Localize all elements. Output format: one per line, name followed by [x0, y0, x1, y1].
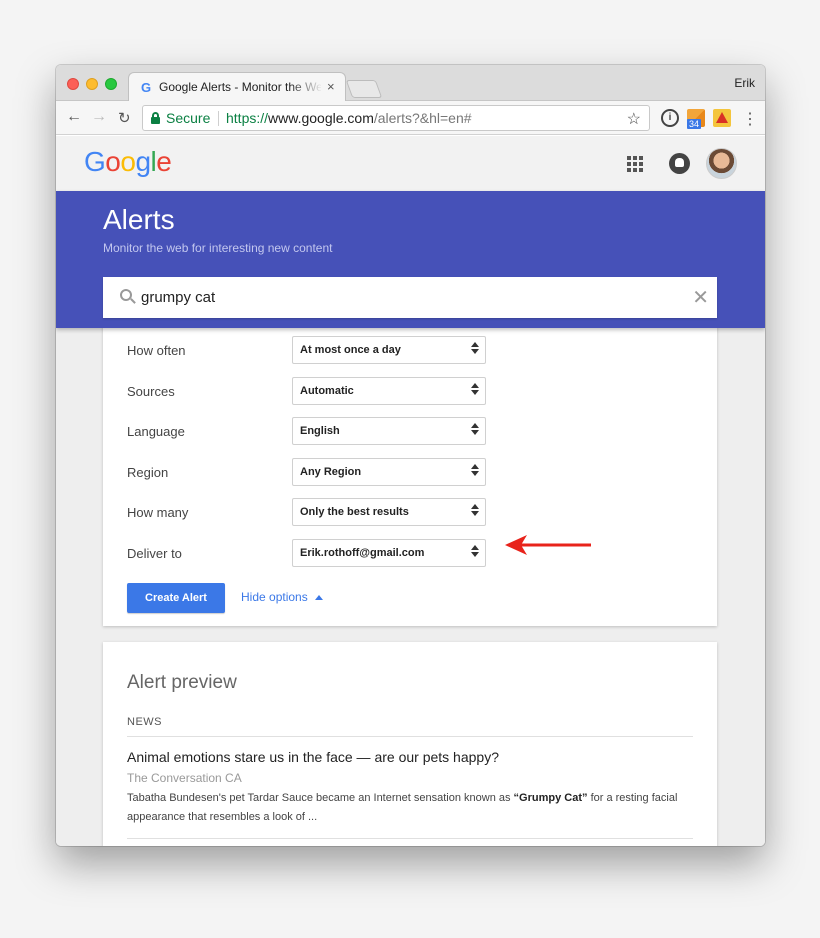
- tab-close-icon[interactable]: ×: [327, 79, 335, 94]
- preview-section-label: NEWS: [127, 716, 162, 728]
- page-title: Alerts: [103, 204, 175, 235]
- google-favicon-icon: G: [141, 80, 152, 95]
- browser-window: G Google Alerts - Monitor the Web × Erik…: [56, 65, 765, 846]
- option-row-language: Language English: [103, 417, 717, 445]
- alert-preview-card: Alert preview NEWS Animal emotions stare…: [103, 642, 717, 846]
- page-content: Google Alerts Monitor the web for intere…: [56, 136, 765, 846]
- preview-title: Alert preview: [127, 672, 237, 693]
- browser-tab-google-alerts[interactable]: G Google Alerts - Monitor the Web ×: [128, 72, 346, 102]
- extension-info-icon[interactable]: i: [661, 109, 679, 127]
- option-row-sources: Sources Automatic: [103, 377, 717, 405]
- logo-letter: g: [135, 146, 151, 177]
- article-title-link[interactable]: Animal emotions stare us in the face — a…: [127, 749, 499, 765]
- extension-badge: 34: [687, 119, 702, 129]
- google-header: Google: [56, 136, 765, 191]
- article-snippet: Tabatha Bundesen's pet Tardar Sauce beca…: [127, 792, 678, 823]
- notifications-bell-icon[interactable]: [669, 153, 690, 174]
- lock-icon: [151, 112, 160, 124]
- forward-arrow-icon[interactable]: →: [91, 108, 107, 126]
- new-tab-button[interactable]: [345, 80, 383, 98]
- browser-menu-icon[interactable]: ⋮: [742, 109, 758, 129]
- close-window-button[interactable]: [67, 78, 79, 90]
- option-row-deliver-to: Deliver to Erik.rothoff@gmail.com: [103, 539, 717, 567]
- option-label: Deliver to: [127, 546, 182, 561]
- select-arrows-icon: [471, 545, 479, 557]
- secure-label: Secure: [166, 110, 211, 126]
- region-select[interactable]: Any Region: [292, 458, 486, 486]
- option-label: Language: [127, 424, 185, 439]
- option-row-region: Region Any Region: [103, 458, 717, 486]
- hide-options-link[interactable]: Hide options: [241, 590, 323, 604]
- reload-icon[interactable]: ↻: [118, 109, 131, 127]
- search-icon: [120, 289, 132, 301]
- logo-letter: e: [156, 146, 172, 177]
- url-text: https://www.google.com/alerts?&hl=en#: [226, 110, 472, 126]
- maximize-window-button[interactable]: [105, 78, 117, 90]
- alert-options-card: How often At most once a day Sources Aut…: [103, 320, 717, 626]
- how-many-select[interactable]: Only the best results: [292, 498, 486, 526]
- arrow-left-icon: [505, 535, 591, 555]
- avatar[interactable]: [706, 148, 737, 179]
- create-alert-button[interactable]: Create Alert: [127, 583, 225, 613]
- article-source: The Conversation CA: [127, 771, 242, 785]
- sources-select[interactable]: Automatic: [292, 377, 486, 405]
- warning-extension-icon[interactable]: [713, 109, 731, 127]
- profile-name[interactable]: Erik: [734, 76, 755, 90]
- divider: [127, 736, 693, 737]
- apps-grid-icon[interactable]: [627, 156, 643, 172]
- language-select[interactable]: English: [292, 417, 486, 445]
- how-often-select[interactable]: At most once a day: [292, 336, 486, 364]
- alerts-banner: Alerts Monitor the web for interesting n…: [56, 191, 765, 328]
- alert-search-input[interactable]: grumpy cat ✕: [103, 277, 717, 318]
- page-subtitle: Monitor the web for interesting new cont…: [103, 241, 333, 255]
- option-label: How often: [127, 343, 186, 358]
- bookmark-star-icon[interactable]: ☆: [627, 109, 641, 129]
- browser-toolbar: ← → ↻ Secure https://www.google.com/aler…: [56, 101, 765, 135]
- select-arrows-icon: [471, 464, 479, 476]
- google-logo[interactable]: Google: [84, 146, 172, 178]
- address-bar[interactable]: Secure https://www.google.com/alerts?&hl…: [142, 105, 650, 131]
- select-arrows-icon: [471, 504, 479, 516]
- deliver-to-select[interactable]: Erik.rothoff@gmail.com: [292, 539, 486, 567]
- option-label: Region: [127, 465, 169, 480]
- select-arrows-icon: [471, 423, 479, 435]
- option-label: How many: [127, 505, 189, 520]
- tab-strip: G Google Alerts - Monitor the Web × Erik: [56, 65, 765, 102]
- search-query[interactable]: grumpy cat: [141, 289, 215, 306]
- select-arrows-icon: [471, 342, 479, 354]
- option-row-how-often: How often At most once a day: [103, 336, 717, 364]
- divider: [127, 838, 693, 839]
- logo-letter: o: [105, 146, 121, 177]
- option-row-how-many: How many Only the best results: [103, 498, 717, 526]
- clear-search-icon[interactable]: ✕: [692, 285, 709, 310]
- back-arrow-icon[interactable]: ←: [66, 108, 82, 126]
- logo-letter: G: [84, 146, 106, 177]
- minimize-window-button[interactable]: [86, 78, 98, 90]
- caret-up-icon: [314, 595, 323, 600]
- logo-letter: o: [120, 146, 136, 177]
- option-label: Sources: [127, 384, 175, 399]
- select-arrows-icon: [471, 383, 479, 395]
